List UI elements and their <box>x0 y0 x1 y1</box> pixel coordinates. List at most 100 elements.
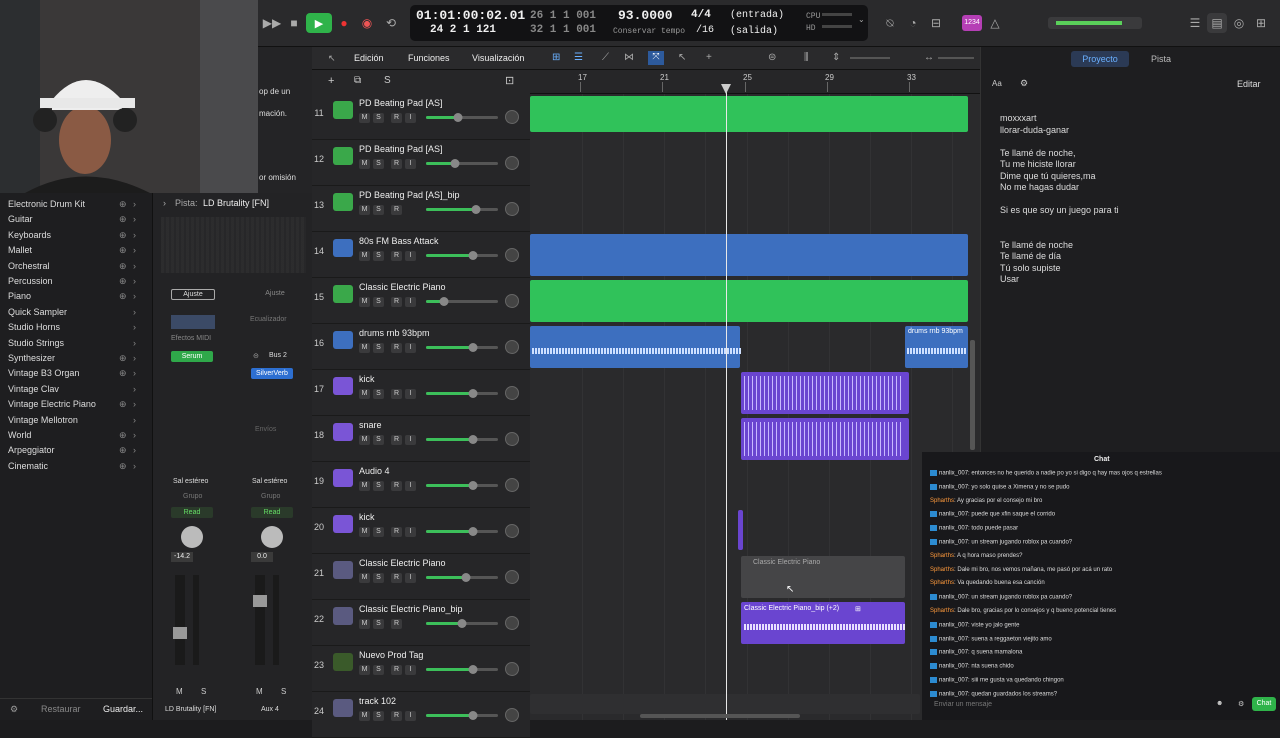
volume-knob[interactable] <box>468 711 478 720</box>
volume-slider[interactable] <box>426 711 498 720</box>
track-header[interactable]: 24 track 102 M S R I <box>312 692 530 738</box>
forward-icon[interactable]: ▶▶ <box>262 13 282 33</box>
chat-send-button[interactable]: Chat <box>1252 697 1276 711</box>
audio-region[interactable]: Classic Electric Piano <box>741 556 905 598</box>
library-item[interactable]: World <box>8 430 31 440</box>
add-icon[interactable]: ⊕ <box>119 199 127 210</box>
chat-user[interactable]: nanlix_007 <box>939 512 968 518</box>
library-item[interactable]: Studio Strings <box>8 338 64 348</box>
chat-user[interactable]: nanlix_007 <box>939 622 968 628</box>
mute-button[interactable]: M <box>359 343 370 353</box>
volume-slider[interactable] <box>426 435 498 444</box>
mute-button[interactable]: M <box>359 297 370 307</box>
track-header[interactable]: 18 snare M S R I <box>312 416 530 462</box>
strip2-fader-cap[interactable] <box>253 595 267 607</box>
play-button[interactable]: ▶ <box>306 13 332 33</box>
pan-knob[interactable] <box>505 570 519 584</box>
strip1-setting-button[interactable]: Ajuste <box>171 289 215 300</box>
lyric-line[interactable]: Tu me hiciste llorar <box>1000 159 1076 169</box>
audio-region[interactable] <box>530 326 740 368</box>
add-icon[interactable]: ⊕ <box>119 461 127 472</box>
track-instrument-icon[interactable] <box>333 331 353 349</box>
record-arm-button[interactable]: R <box>391 251 402 261</box>
horizontal-zoom-icon[interactable]: ↔ <box>924 52 934 63</box>
track-name[interactable]: kick <box>359 512 375 522</box>
track-name[interactable]: PD Beating Pad [AS] <box>359 98 443 108</box>
solo-button[interactable]: S <box>373 297 384 307</box>
record-arm-button[interactable]: R <box>391 159 402 169</box>
strip1-eq-thumb[interactable] <box>171 315 215 329</box>
mute-button[interactable]: M <box>359 573 370 583</box>
lcd-display[interactable]: 01:01:00:02.01 26 1 1 001 24 2 1 121 32 … <box>410 5 868 41</box>
audio-region[interactable] <box>738 510 743 550</box>
track-name[interactable]: Classic Electric Piano_bip <box>359 604 463 614</box>
pan-knob[interactable] <box>505 524 519 538</box>
record-arm-button[interactable]: R <box>391 205 402 215</box>
strip2-pan-knob[interactable] <box>261 526 283 548</box>
volume-slider[interactable] <box>426 343 498 352</box>
chat-user[interactable]: Spharths <box>930 608 954 614</box>
volume-knob[interactable] <box>468 481 478 490</box>
track-header[interactable]: 21 Classic Electric Piano M S R I <box>312 554 530 600</box>
menu-functions[interactable]: Funciones <box>408 53 450 63</box>
add-icon[interactable]: ⊕ <box>119 261 127 272</box>
volume-knob[interactable] <box>468 665 478 674</box>
solo-button[interactable]: S <box>373 665 384 675</box>
mute-button[interactable]: M <box>359 481 370 491</box>
library-item[interactable]: Electronic Drum Kit <box>8 199 85 209</box>
library-item[interactable]: Mallet <box>8 245 32 255</box>
mute-button[interactable]: M <box>359 619 370 629</box>
tab-track[interactable]: Pista <box>1133 51 1189 67</box>
volume-slider[interactable] <box>426 573 498 582</box>
pan-knob[interactable] <box>505 340 519 354</box>
mute-button[interactable]: M <box>359 205 370 215</box>
volume-slider[interactable] <box>426 389 498 398</box>
track-instrument-icon[interactable] <box>333 653 353 671</box>
volume-knob[interactable] <box>457 619 467 628</box>
library-item[interactable]: Vintage Mellotron <box>8 415 78 425</box>
library-item[interactable]: Arpeggiator <box>8 445 55 455</box>
lyric-line[interactable]: Te llamé de noche <box>1000 240 1073 250</box>
chevron-right-icon[interactable]: › <box>133 353 136 363</box>
master-volume[interactable] <box>1048 17 1142 29</box>
volume-slider[interactable] <box>426 159 498 168</box>
pan-knob[interactable] <box>505 294 519 308</box>
chevron-right-icon[interactable]: › <box>133 261 136 271</box>
track-name[interactable]: kick <box>359 374 375 384</box>
track-header[interactable]: 13 PD Beating Pad [AS]_bip M S R <box>312 186 530 232</box>
chat-input[interactable]: Enviar un mensaje <box>928 698 1228 712</box>
add-track-icon[interactable]: + <box>328 75 334 87</box>
track-name[interactable]: track 102 <box>359 696 396 706</box>
lyric-line[interactable]: moxxxart <box>1000 113 1037 123</box>
library-item[interactable]: Orchestral <box>8 261 50 271</box>
waveform-zoom-icon[interactable]: ⫼ <box>804 52 809 63</box>
chevron-right-icon[interactable]: › <box>133 384 136 394</box>
add-icon[interactable]: ⊕ <box>119 399 127 410</box>
input-monitor-button[interactable]: I <box>405 251 416 261</box>
chevron-right-icon[interactable]: › <box>133 461 136 471</box>
pencil-tool-icon[interactable]: + <box>706 52 712 63</box>
division[interactable]: /16 <box>696 25 714 36</box>
input-monitor-button[interactable]: I <box>405 435 416 445</box>
track-instrument-icon[interactable] <box>333 469 353 487</box>
strip2-mute-button[interactable]: M <box>256 687 263 696</box>
add-icon[interactable]: ⊕ <box>119 353 127 364</box>
chat-user[interactable]: nanlix_007 <box>939 484 968 490</box>
horizontal-zoom-slider[interactable] <box>938 57 974 59</box>
track-header[interactable]: 19 Audio 4 M S R I <box>312 462 530 508</box>
chat-user[interactable]: Spharths <box>930 567 954 573</box>
pan-knob[interactable] <box>505 110 519 124</box>
strip2-eq[interactable]: Ecualizador <box>250 316 287 323</box>
volume-knob[interactable] <box>468 527 478 536</box>
pan-knob[interactable] <box>505 248 519 262</box>
link-icon[interactable]: ⊝ <box>253 352 259 360</box>
track-name[interactable]: PD Beating Pad [AS]_bip <box>359 190 460 200</box>
volume-slider[interactable] <box>426 481 498 490</box>
chevron-right-icon[interactable]: › <box>133 430 136 440</box>
track-header[interactable]: 12 PD Beating Pad [AS] M S R I <box>312 140 530 186</box>
chat-user[interactable]: nanlix_007 <box>939 678 968 684</box>
pointer-tool-icon[interactable]: ↖ <box>678 52 686 63</box>
replace-record-icon[interactable]: ◉ <box>357 13 377 33</box>
mute-button[interactable]: M <box>359 113 370 123</box>
chevron-right-icon[interactable]: › <box>133 291 136 301</box>
